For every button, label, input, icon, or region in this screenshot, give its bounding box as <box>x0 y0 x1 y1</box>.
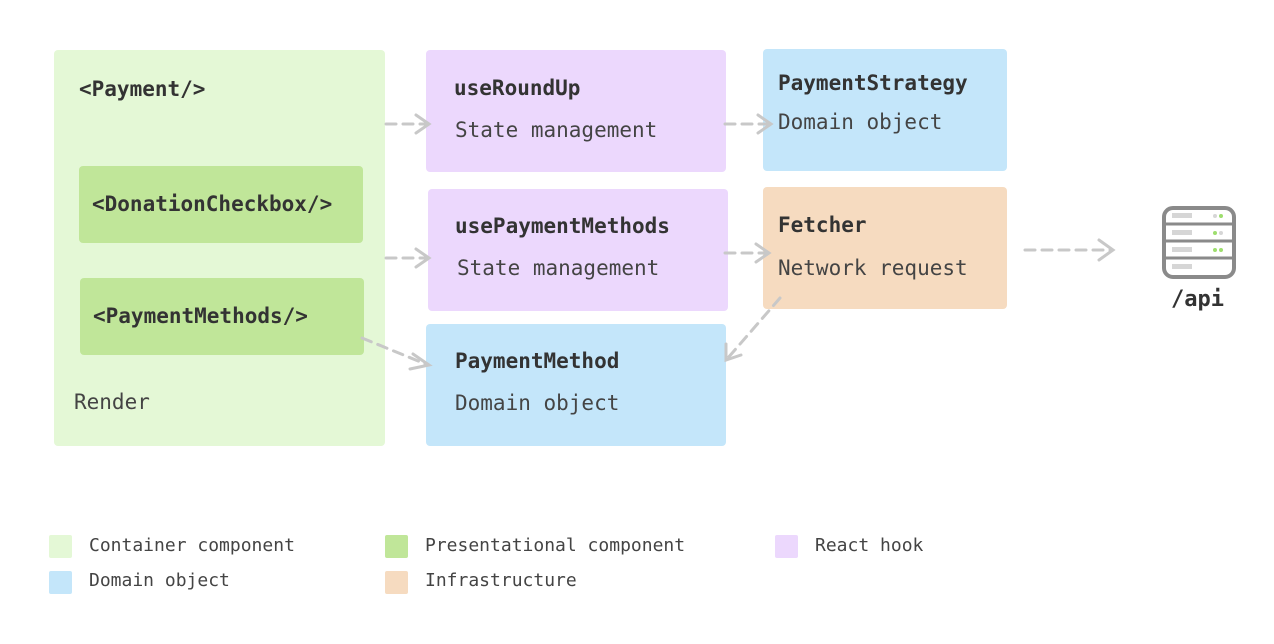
arrow-payment-to-use-payment-methods <box>384 247 432 269</box>
api-label: /api <box>1171 287 1224 312</box>
legend-label: Infrastructure <box>425 570 577 591</box>
arrow-fetcher-to-api <box>1023 238 1116 262</box>
server-icon <box>1162 206 1236 279</box>
legend-swatch-presentational <box>385 535 408 558</box>
arrow-use-payment-methods-to-fetcher <box>723 242 772 264</box>
arrow-payment-to-use-round-up <box>384 113 432 135</box>
legend-label: React hook <box>815 535 924 556</box>
legend-label: Container component <box>89 535 295 556</box>
arrow-fetcher-to-payment-method <box>724 296 782 363</box>
legend-swatch-hook <box>775 535 798 558</box>
arrow-payment-methods-to-payment-method <box>360 336 433 371</box>
legend-swatch-container <box>49 535 72 558</box>
legend-label: Presentational component <box>425 535 686 556</box>
legend-label: Domain object <box>89 570 230 591</box>
arrow-use-round-up-to-payment-strategy <box>723 113 774 135</box>
legend-swatch-domain <box>49 571 72 594</box>
legend-swatch-infrastructure <box>385 571 408 594</box>
